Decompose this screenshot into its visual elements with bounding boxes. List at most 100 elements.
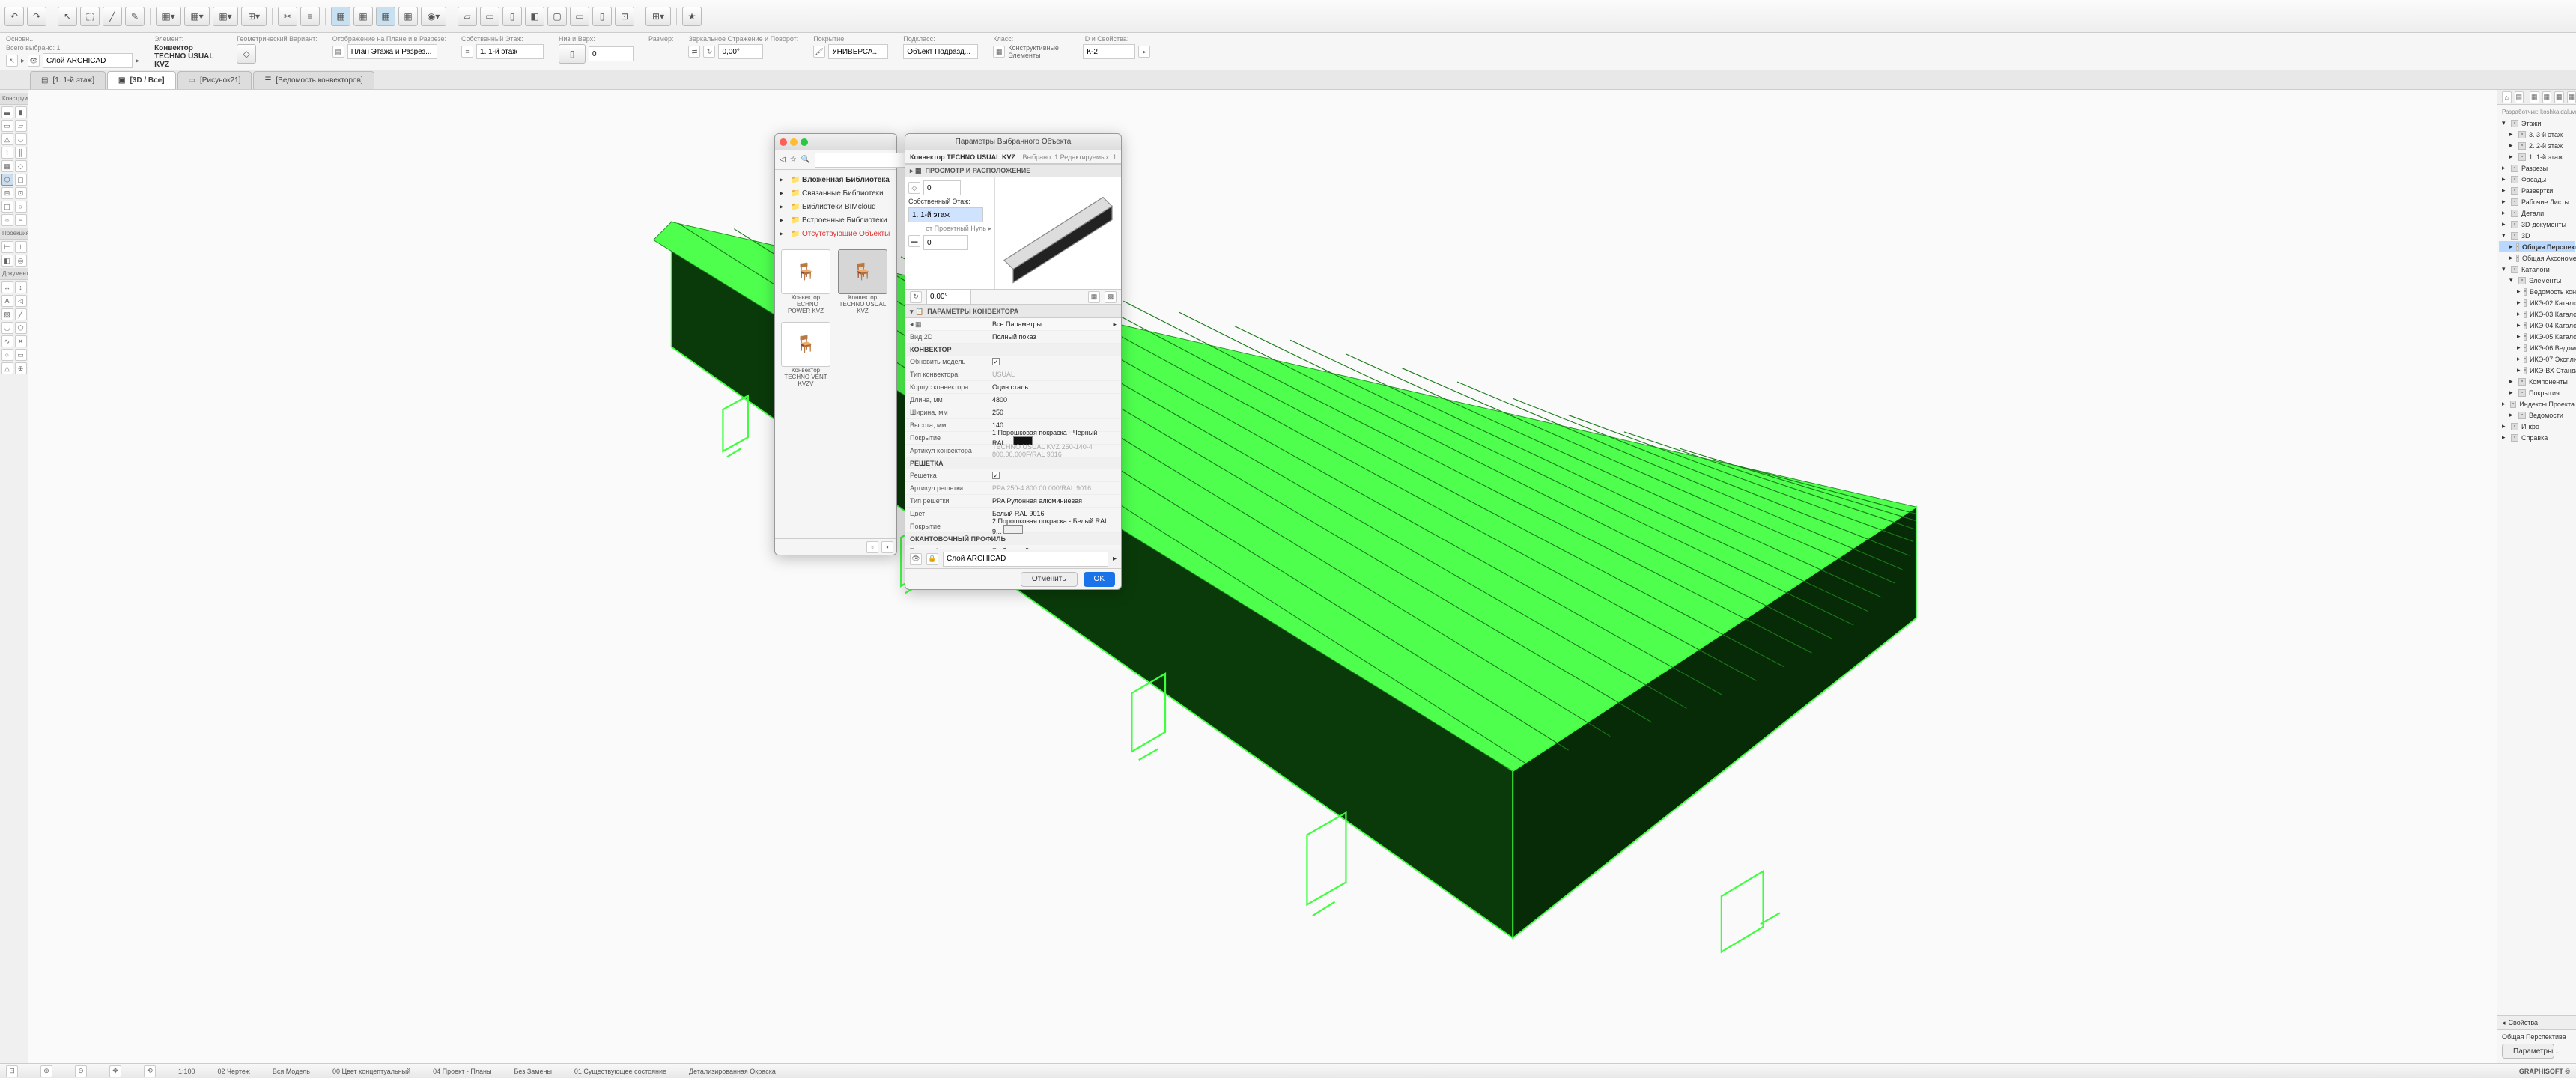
lib-node[interactable]: ▸📁Отсутствующие Объекты — [780, 227, 892, 240]
viewport-3d[interactable]: ◁ ☆ 🔍 ⚙ ▸📁Вложенная Библиотека▸📁Связанны… — [28, 90, 2497, 1063]
lib-thumb[interactable]: 🪑Конвектор TECHNO POWER KVZ — [781, 249, 830, 314]
library-title[interactable] — [775, 134, 896, 150]
nav-item[interactable]: ▸▫ИКЭ-07 Экспликация 1-й эт — [2499, 353, 2575, 365]
slab-tool[interactable]: ▱ — [15, 120, 27, 132]
props-settings-button[interactable]: Параметры... — [2502, 1044, 2554, 1059]
line-tool[interactable]: ╱ — [103, 7, 122, 26]
draw-tool[interactable]: ✎ — [125, 7, 145, 26]
arc-tool[interactable]: ◡ — [1, 322, 13, 334]
param-value[interactable]: 250 — [992, 409, 1117, 416]
railing-tool[interactable]: ╫ — [15, 147, 27, 159]
param-value[interactable]: 4800 — [992, 396, 1117, 404]
param-value[interactable]: Оцин.сталь — [992, 383, 1117, 391]
elevation-icon[interactable]: ▯ — [559, 44, 586, 64]
nav-item[interactable]: ▾▫Элементы — [2499, 275, 2575, 286]
arrow-icon[interactable]: ↖ — [6, 55, 18, 67]
render-dd[interactable]: ◉▾ — [421, 7, 446, 26]
label-tool[interactable]: ◁ — [15, 295, 27, 307]
opening-tool[interactable]: ○ — [15, 201, 27, 213]
nav-item[interactable]: ▾▫3D — [2499, 230, 2575, 241]
search-icon[interactable]: 🔍 — [801, 156, 810, 164]
geom-icon[interactable]: ◇ — [237, 44, 256, 64]
tab-schedule[interactable]: ☰[Ведомость конвекторов] — [253, 71, 374, 89]
ie-tool[interactable]: ◧ — [1, 255, 13, 267]
view3d-d[interactable]: ▦ — [398, 7, 418, 26]
marquee-tool[interactable]: ⬚ — [80, 7, 100, 26]
lib-thumb[interactable]: 🪑Конвектор TECHNO USUAL KVZ — [838, 249, 887, 314]
grid-dd[interactable]: ⊞▾ — [241, 7, 267, 26]
stair-tool[interactable]: ⌇ — [1, 147, 13, 159]
status-scale[interactable]: 1:100 — [178, 1068, 195, 1075]
floorplan-select[interactable] — [347, 44, 437, 59]
nav-item[interactable]: ▾▫Каталоги — [2499, 264, 2575, 275]
status-state[interactable]: 01 Существующее состояние — [574, 1068, 666, 1075]
nav-item[interactable]: ▸▫Компоненты — [2499, 376, 2575, 387]
beam-tool[interactable]: ▭ — [1, 120, 13, 132]
view-icon-b[interactable]: ▩ — [1105, 291, 1117, 303]
tdd[interactable]: ⊞▾ — [645, 7, 671, 26]
t3[interactable]: ▯ — [502, 7, 522, 26]
circle-tool[interactable]: ○ — [1, 349, 13, 361]
ok-button[interactable]: OK — [1084, 572, 1115, 587]
back-icon[interactable]: ◁ — [780, 156, 786, 164]
status-replace[interactable]: Без Замены — [514, 1068, 552, 1075]
all-params[interactable]: Все Параметры... — [992, 320, 1113, 328]
lib-thumb[interactable]: 🪑Конвектор TECHNO VENT KVZV — [781, 322, 830, 387]
nav-item[interactable]: ▸▫ИКЭ-ВХ Стандартный Каталог — [2499, 365, 2575, 376]
align-button[interactable]: ≡ — [300, 7, 320, 26]
expand-icon[interactable]: ◂ — [2502, 1019, 2506, 1027]
nav-item[interactable]: ▸▫Справка — [2499, 432, 2575, 443]
snap-b[interactable]: ▦▾ — [184, 7, 210, 26]
t2[interactable]: ▭ — [480, 7, 499, 26]
change-tool[interactable]: △ — [1, 362, 13, 374]
status-drawing[interactable]: 02 Чертеж — [218, 1068, 250, 1075]
lib-node[interactable]: ▸📁Библиотеки BIMcloud — [780, 200, 892, 213]
nav-item[interactable]: ▾▫Этажи — [2499, 118, 2575, 129]
layer-eye-icon[interactable]: 👁 — [910, 553, 922, 565]
detail-tool[interactable]: ◎ — [15, 255, 27, 267]
view3d-b[interactable]: ▦ — [353, 7, 373, 26]
eye-icon[interactable]: 👁 — [28, 55, 40, 67]
nav-item[interactable]: ▸▫ИКЭ-06 Ведомость Проемо — [2499, 342, 2575, 353]
cursor-tool[interactable]: ↖ — [58, 7, 77, 26]
nav-item[interactable]: ▸▫ИКЭ-04 Каталог Окон — [2499, 320, 2575, 331]
poly-tool[interactable]: ⬠ — [15, 322, 27, 334]
section-convector[interactable]: ▾ 📋 ПАРАМЕТРЫ КОНВЕКТОРА — [905, 305, 1121, 318]
status-model[interactable]: Вся Модель — [273, 1068, 310, 1075]
preview-3d[interactable] — [995, 177, 1121, 289]
story-icon[interactable]: ≡ — [461, 46, 473, 58]
nav-item[interactable]: ▸▫ИКЭ-03 Каталог Дверей — [2499, 308, 2575, 320]
param-value[interactable]: ✓ — [992, 472, 1117, 480]
text-tool[interactable]: A — [1, 295, 13, 307]
zoom-in-icon[interactable]: ⊕ — [40, 1065, 52, 1077]
preview-angle[interactable] — [926, 290, 971, 305]
nav-c-icon[interactable]: ▦ — [2554, 91, 2564, 103]
lib-node[interactable]: ▸📁Встроенные Библиотеки — [780, 213, 892, 227]
layer-select[interactable] — [43, 53, 133, 68]
layer-lock-icon[interactable]: 🔒 — [926, 553, 938, 565]
elevation-tool[interactable]: ⊥ — [15, 241, 27, 253]
level-tool[interactable]: ↕ — [15, 281, 27, 293]
hotspot-tool[interactable]: ✕ — [15, 335, 27, 347]
pan-icon[interactable]: ✥ — [109, 1065, 121, 1077]
params-panel[interactable]: Параметры Выбранного Объекта Конвектор T… — [905, 133, 1122, 590]
t7[interactable]: ▯ — [592, 7, 612, 26]
zero-input[interactable] — [923, 235, 968, 250]
t1[interactable]: ▱ — [458, 7, 477, 26]
checkbox[interactable]: ✓ — [992, 358, 1000, 365]
nav-home-icon[interactable]: ⌂ — [2502, 91, 2512, 103]
nav-item[interactable]: ▸▫Ведомости — [2499, 409, 2575, 421]
nav-item[interactable]: ▸▫ИКЭ-02 Каталог Всех Проем — [2499, 297, 2575, 308]
subclass-select[interactable] — [903, 44, 978, 59]
anchor-x[interactable] — [923, 180, 961, 195]
library-panel[interactable]: ◁ ☆ 🔍 ⚙ ▸📁Вложенная Библиотека▸📁Связанны… — [774, 133, 897, 555]
param-value[interactable]: 140 — [992, 421, 1117, 429]
view3d-c[interactable]: ▦ — [376, 7, 395, 26]
param-value[interactable]: ✓ — [992, 358, 1117, 366]
grid-tool[interactable]: ⊕ — [15, 362, 27, 374]
nav-item[interactable]: ▸▫1. 1-й этаж — [2499, 151, 2575, 162]
coating-select[interactable] — [828, 44, 888, 59]
nav-d-icon[interactable]: ▦ — [2567, 91, 2576, 103]
spline-tool[interactable]: ∿ — [1, 335, 13, 347]
undo-button[interactable]: ↶ — [4, 7, 24, 26]
